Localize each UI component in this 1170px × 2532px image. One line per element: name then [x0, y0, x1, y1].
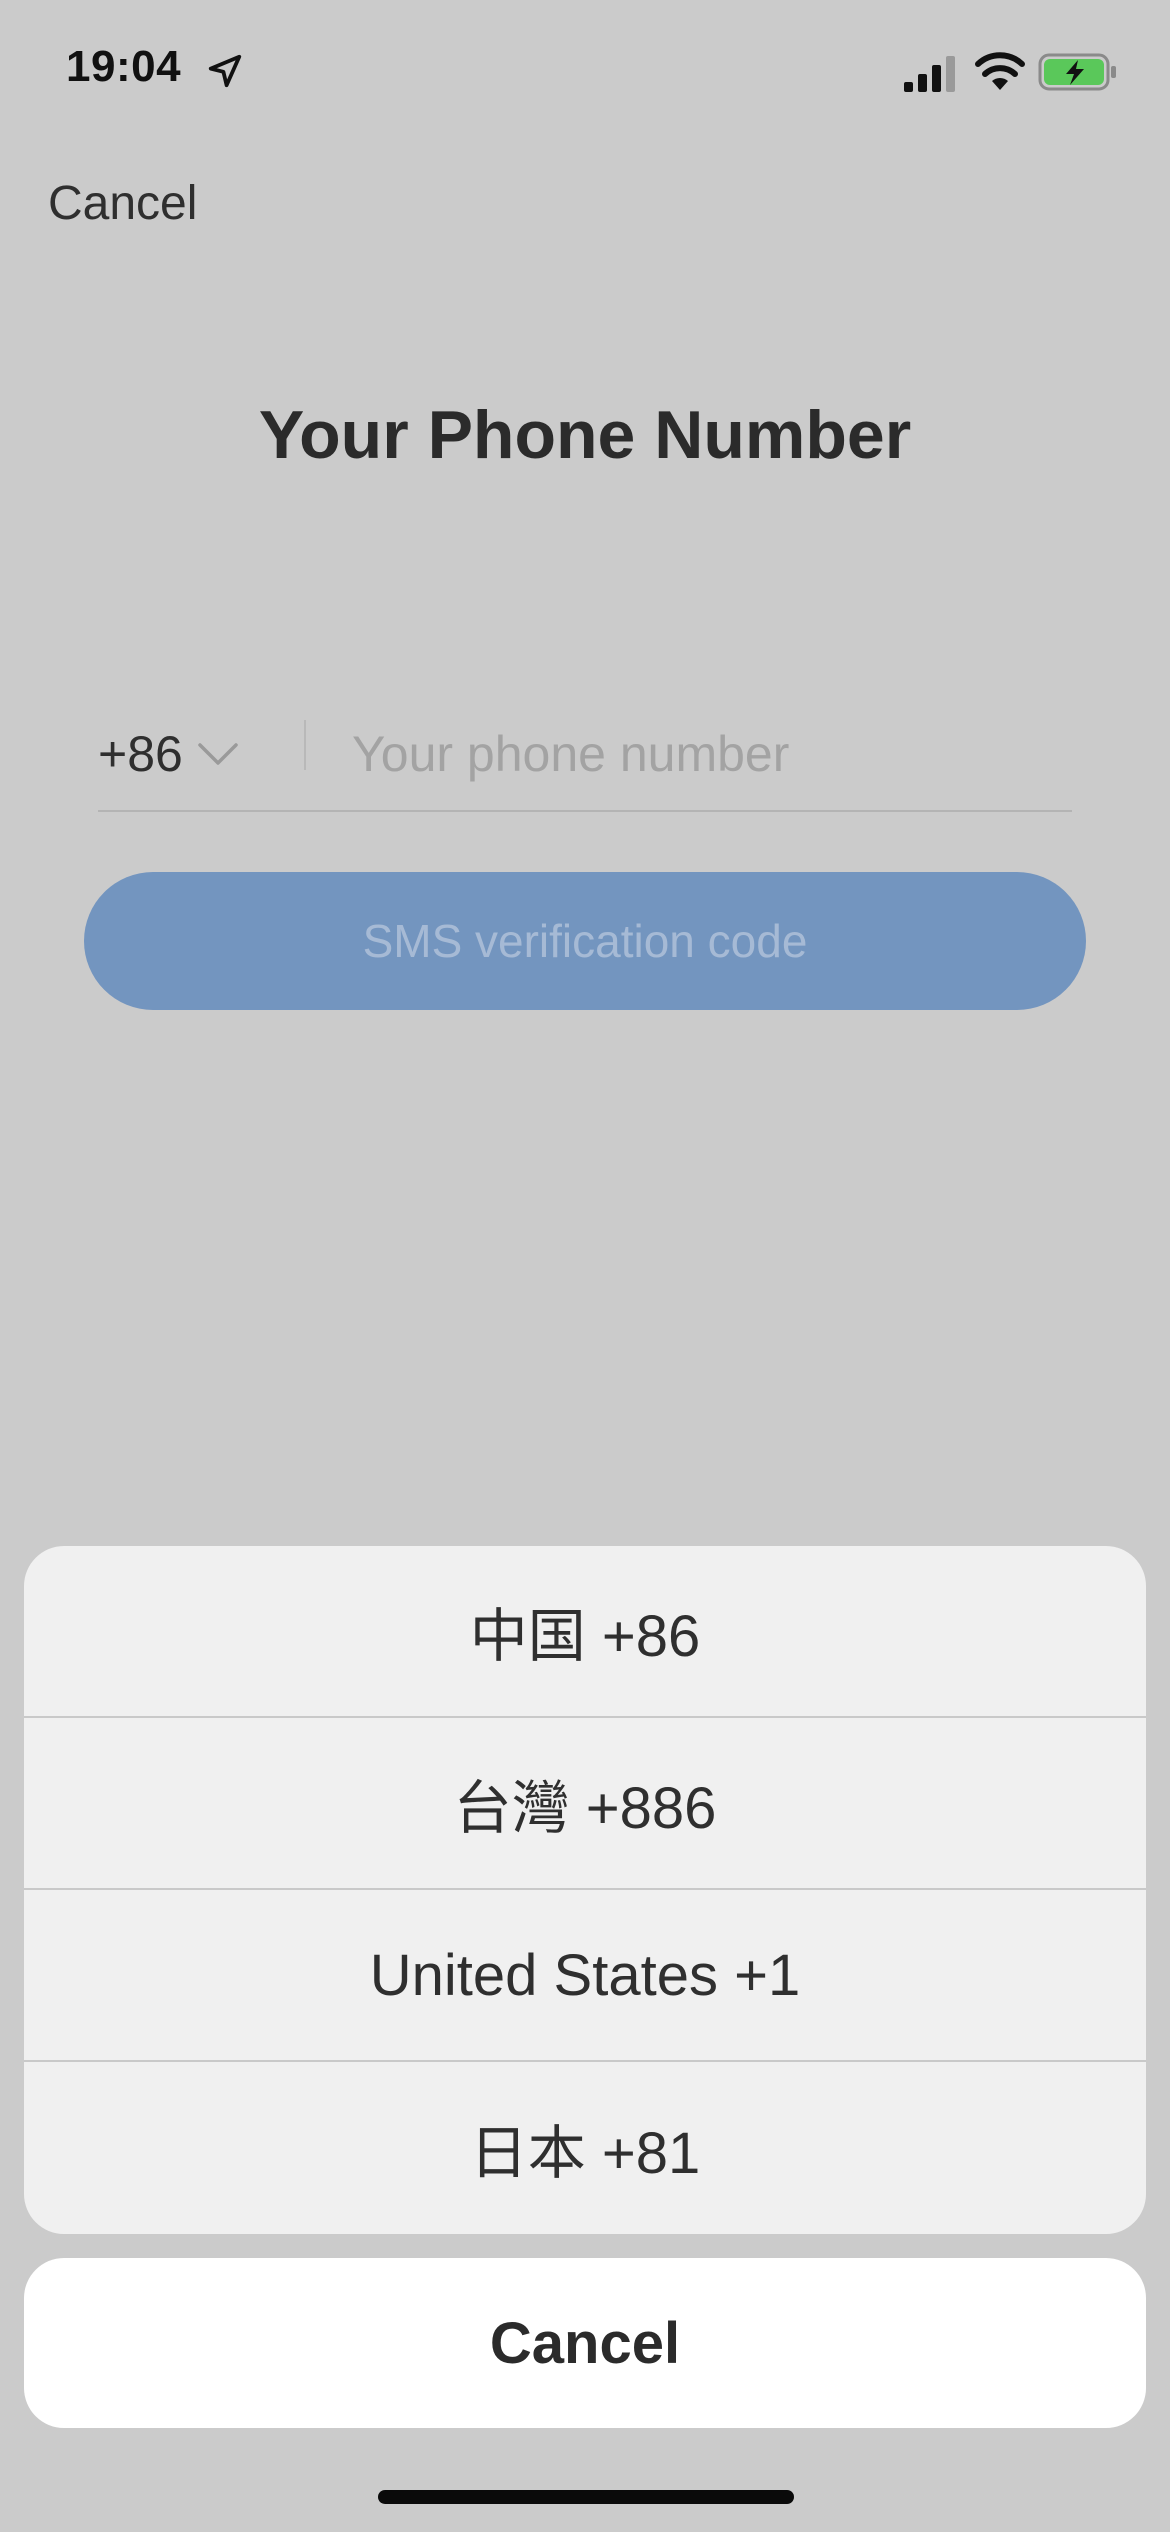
action-sheet-cancel-button[interactable]: Cancel — [24, 2258, 1146, 2428]
wifi-icon — [975, 52, 1025, 90]
sms-verification-button[interactable]: SMS verification code — [84, 872, 1086, 1010]
page-title: Your Phone Number — [258, 397, 912, 473]
phone-number-input[interactable] — [352, 716, 1052, 792]
country-code-label: +86 — [98, 726, 183, 782]
cellular-signal-icon — [904, 56, 955, 92]
home-indicator[interactable] — [378, 2490, 794, 2504]
option-china[interactable]: 中国 +86 — [24, 1546, 1146, 1718]
input-divider — [304, 720, 306, 770]
battery-charging-icon — [1038, 53, 1116, 91]
option-united-states[interactable]: United States +1 — [24, 1890, 1146, 2062]
country-code-action-sheet: 中国 +86 台灣 +886 United States +1 日本 +81 — [24, 1546, 1146, 2234]
status-bar: 19:04 — [0, 0, 1170, 150]
status-time: 19:04 — [66, 42, 182, 91]
option-japan[interactable]: 日本 +81 — [24, 2062, 1146, 2234]
option-taiwan[interactable]: 台灣 +886 — [24, 1718, 1146, 1890]
cancel-link[interactable]: Cancel — [48, 176, 197, 231]
country-code-selector[interactable]: +86 — [98, 718, 239, 790]
chevron-down-icon — [198, 743, 238, 765]
location-arrow-icon — [208, 54, 242, 88]
phone-input-row: +86 — [98, 696, 1072, 812]
